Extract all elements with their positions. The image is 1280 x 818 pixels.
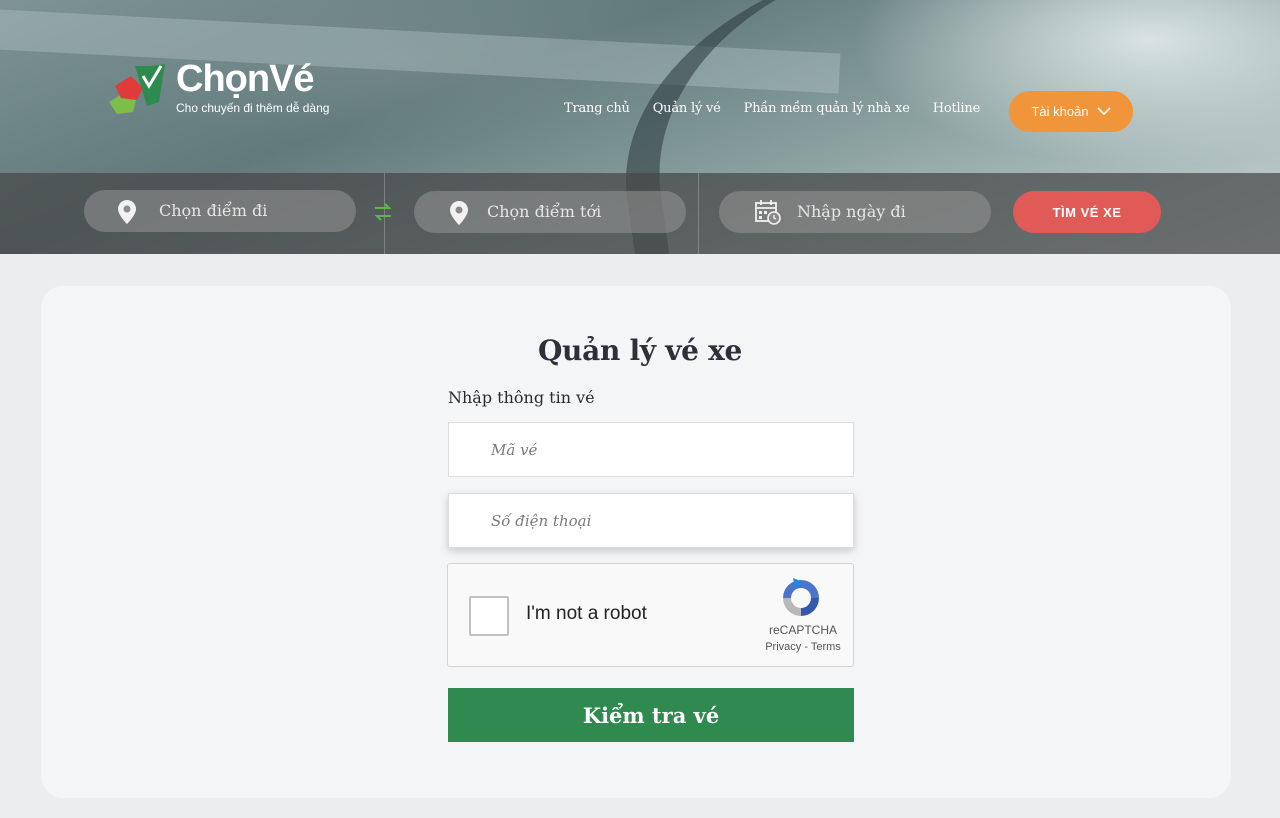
form-subtitle: Nhập thông tin vé [448, 388, 595, 407]
brand-name: ChọnVé [176, 58, 315, 100]
recaptcha-logo-icon [783, 578, 819, 616]
to-location-input[interactable]: Chọn điểm tới [414, 191, 686, 233]
nav-item-software[interactable]: Phần mềm quản lý nhà xe [744, 101, 910, 116]
search-tickets-button[interactable]: TÌM VÉ XE [1013, 191, 1161, 233]
recaptcha-widget: I'm not a robot reCAPTCHA Privacy - Term… [447, 563, 854, 667]
search-divider [698, 173, 699, 254]
ticket-code-input[interactable] [448, 422, 854, 477]
date-input[interactable]: Nhập ngày đi [719, 191, 991, 233]
chevron-down-icon [1096, 107, 1111, 116]
from-location-input[interactable]: Chọn điểm đi [84, 190, 356, 232]
nav-item-home[interactable]: Trang chủ [564, 101, 630, 116]
recaptcha-brand: reCAPTCHA [768, 623, 837, 637]
recaptcha-links[interactable]: Privacy - Terms [753, 641, 853, 653]
swap-icon[interactable] [372, 200, 394, 224]
logo-mark-icon [109, 64, 165, 114]
to-placeholder: Chọn điểm tới [487, 202, 602, 221]
phone-number-input[interactable] [448, 493, 854, 548]
nav-item-manage-tickets[interactable]: Quản lý vé [653, 101, 721, 116]
account-label: Tài khoản [1031, 104, 1089, 119]
nav-item-hotline[interactable]: Hotline [933, 101, 981, 116]
check-ticket-button[interactable]: Kiểm tra vé [448, 688, 854, 742]
brand-logo[interactable]: ChọnVé Cho chuyến đi thêm dễ dàng [107, 58, 337, 120]
brand-tagline: Cho chuyến đi thêm dễ dàng [176, 101, 330, 115]
map-pin-icon [450, 201, 468, 225]
account-button[interactable]: Tài khoản [1009, 91, 1133, 132]
calendar-icon [755, 200, 781, 225]
from-placeholder: Chọn điểm đi [159, 201, 268, 220]
page-title: Quản lý vé xe [537, 334, 743, 367]
map-pin-icon [118, 200, 136, 224]
recaptcha-checkbox[interactable] [469, 596, 509, 636]
main-nav: Trang chủ Quản lý vé Phần mềm quản lý nh… [564, 101, 1003, 116]
recaptcha-label: I'm not a robot [526, 603, 647, 624]
date-placeholder: Nhập ngày đi [797, 202, 906, 221]
